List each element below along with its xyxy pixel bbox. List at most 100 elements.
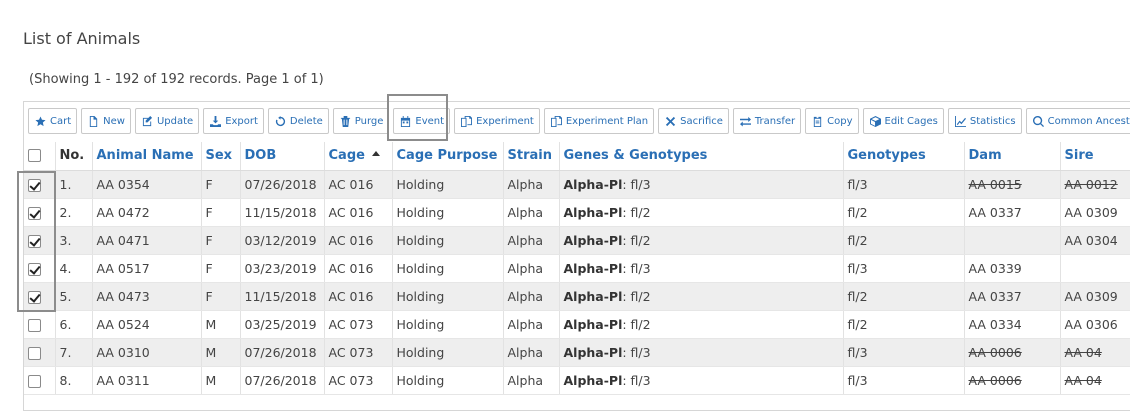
experiment-plan-button[interactable]: Experiment Plan — [543, 108, 655, 134]
row-checkbox[interactable] — [28, 346, 41, 360]
cage-link[interactable]: AC 016 — [324, 226, 393, 255]
row-number[interactable]: 4. — [55, 254, 93, 283]
sire-link[interactable]: AA 0309 — [1060, 282, 1130, 311]
dam-link[interactable]: AA 0337 — [964, 282, 1061, 311]
copy-button[interactable]: Copy — [805, 108, 859, 134]
download-icon — [210, 115, 222, 127]
sex-cell: F — [201, 282, 241, 311]
animal-name-link[interactable]: AA 0310 — [92, 338, 202, 367]
file-icon — [89, 115, 98, 127]
table-row[interactable]: 3. AA 0471 F 03/12/2019 AC 016 Holding Alpha Al… — [24, 226, 1130, 255]
dam-link[interactable]: AA 0015 — [964, 170, 1061, 199]
sire-link[interactable]: AA 0309 — [1060, 198, 1130, 227]
genes-genotypes-cell: Alpha-Pl: fl/3 — [559, 338, 844, 367]
gene-name: Alpha-Pl — [563, 288, 623, 304]
gene-genotype-value: : fl/3 — [622, 372, 651, 388]
sex-cell: M — [201, 310, 241, 339]
col-header-dam[interactable]: Dam — [964, 142, 1061, 171]
edit-cages-button[interactable]: Edit Cages — [862, 108, 944, 134]
row-number[interactable]: 3. — [55, 226, 93, 255]
genes-genotypes-cell: Alpha-Pl: fl/2 — [559, 226, 844, 255]
table-row[interactable]: 2. AA 0472 F 11/15/2018 AC 016 Holding Alpha Al… — [24, 198, 1130, 227]
cart-button[interactable]: Cart — [28, 108, 78, 134]
col-header-genotypes[interactable]: Genotypes — [843, 142, 965, 171]
sire-link[interactable]: AA 0012 — [1060, 170, 1130, 199]
sire-link[interactable]: AA 04 — [1060, 338, 1130, 367]
sex-cell: F — [201, 170, 241, 199]
row-checkbox[interactable] — [28, 318, 41, 332]
dam-link[interactable]: AA 0339 — [964, 254, 1061, 283]
sire-link[interactable]: AA 0306 — [1060, 310, 1130, 339]
select-all-checkbox[interactable] — [28, 149, 41, 163]
animal-name-link[interactable]: AA 0311 — [92, 366, 202, 395]
strain-cell: Alpha — [503, 198, 560, 227]
animal-name-link[interactable]: AA 0472 — [92, 198, 202, 227]
new-button[interactable]: New — [81, 108, 131, 134]
table-row[interactable]: 7. AA 0310 M 07/26/2018 AC 073 Holding Alpha Al… — [24, 338, 1130, 367]
cage-link[interactable]: AC 073 — [324, 366, 393, 395]
genotype-cell: fl/3 — [843, 170, 965, 199]
dam-link[interactable]: AA 0006 — [964, 366, 1061, 395]
row-number[interactable]: 1. — [55, 170, 93, 199]
animal-name-link[interactable]: AA 0473 — [92, 282, 202, 311]
table-row[interactable]: 8. AA 0311 M 07/26/2018 AC 073 Holding Alpha Al… — [24, 366, 1130, 395]
col-header-sex[interactable]: Sex — [201, 142, 241, 171]
cage-link[interactable]: AC 073 — [324, 310, 393, 339]
animal-name-link[interactable]: AA 0524 — [92, 310, 202, 339]
dam-link[interactable]: AA 0006 — [964, 338, 1061, 367]
cage-link[interactable]: AC 016 — [324, 254, 393, 283]
col-header-cage-purpose[interactable]: Cage Purpose — [392, 142, 504, 171]
dob-cell: 07/26/2018 — [240, 170, 325, 199]
transfer-button[interactable]: Transfer — [732, 108, 802, 134]
common-ancestor-button[interactable]: Common Ancestor — [1025, 108, 1130, 134]
chart-icon — [954, 115, 966, 127]
purge-button[interactable]: Purge — [332, 108, 390, 134]
gene-name: Alpha-Pl — [563, 176, 623, 192]
col-header-strain[interactable]: Strain — [503, 142, 560, 171]
col-header-sire[interactable]: Sire — [1060, 142, 1130, 171]
row-number[interactable]: 8. — [55, 366, 93, 395]
col-header-dob[interactable]: DOB — [240, 142, 325, 171]
row-checkbox[interactable] — [28, 374, 41, 388]
gene-name: Alpha-Pl — [563, 344, 623, 360]
event-button-highlight — [387, 94, 448, 141]
animal-name-link[interactable]: AA 0354 — [92, 170, 202, 199]
table-row[interactable]: 1. AA 0354 F 07/26/2018 AC 016 Holding Alpha Al… — [24, 170, 1130, 199]
animal-name-link[interactable]: AA 0471 — [92, 226, 202, 255]
sire-link[interactable] — [1060, 254, 1130, 283]
cage-purpose-cell: Holding — [392, 170, 504, 199]
dam-link[interactable]: AA 0337 — [964, 198, 1061, 227]
row-number[interactable]: 7. — [55, 338, 93, 367]
export-button-label: Export — [225, 115, 258, 127]
animal-name-link[interactable]: AA 0517 — [92, 254, 202, 283]
statistics-button[interactable]: Statistics — [947, 108, 1022, 134]
row-number[interactable]: 2. — [55, 198, 93, 227]
sire-link[interactable]: AA 04 — [1060, 366, 1130, 395]
table-row[interactable]: 4. AA 0517 F 03/23/2019 AC 016 Holding Alpha Al… — [24, 254, 1130, 283]
experiment-button[interactable]: Experiment — [454, 108, 540, 134]
strain-cell: Alpha — [503, 170, 560, 199]
sacrifice-button[interactable]: Sacrifice — [658, 108, 729, 134]
cage-purpose-cell: Holding — [392, 338, 504, 367]
cage-link[interactable]: AC 016 — [324, 282, 393, 311]
purge-button-label: Purge — [354, 115, 384, 127]
cage-link[interactable]: AC 016 — [324, 170, 393, 199]
table-row[interactable]: 5. AA 0473 F 11/15/2018 AC 016 Holding Alpha Al… — [24, 282, 1130, 311]
col-header-genes-genotypes[interactable]: Genes & Genotypes — [559, 142, 844, 171]
gene-name: Alpha-Pl — [563, 372, 623, 388]
export-button[interactable]: Export — [203, 108, 264, 134]
row-number[interactable]: 6. — [55, 310, 93, 339]
row-number[interactable]: 5. — [55, 282, 93, 311]
dam-link[interactable]: AA 0334 — [964, 310, 1061, 339]
sire-link[interactable]: AA 0304 — [1060, 226, 1130, 255]
dam-link[interactable] — [964, 226, 1061, 255]
cage-link[interactable]: AC 073 — [324, 338, 393, 367]
genes-genotypes-cell: Alpha-Pl: fl/3 — [559, 366, 844, 395]
table-row[interactable]: 6. AA 0524 M 03/25/2019 AC 073 Holding Alpha Al… — [24, 310, 1130, 339]
cage-link[interactable]: AC 016 — [324, 198, 393, 227]
col-header-animal-name[interactable]: Animal Name — [92, 142, 202, 171]
update-button[interactable]: Update — [134, 108, 200, 134]
cage-purpose-cell: Holding — [392, 366, 504, 395]
delete-button[interactable]: Delete — [267, 108, 329, 134]
col-header-cage[interactable]: Cage — [324, 142, 393, 171]
